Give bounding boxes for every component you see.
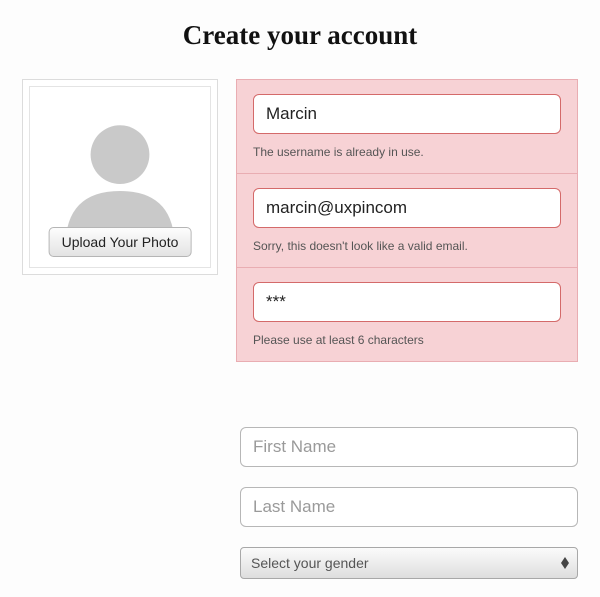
- error-fields-column: The username is already in use. Sorry, t…: [236, 79, 578, 361]
- last-name-input[interactable]: [240, 487, 578, 527]
- avatar-icon: [50, 107, 190, 247]
- select-arrows-icon: [561, 557, 569, 569]
- first-name-row: [240, 427, 578, 467]
- username-error: The username is already in use.: [253, 145, 561, 159]
- form-lower: Select your gender: [0, 361, 600, 579]
- gender-row: Select your gender: [240, 547, 578, 579]
- form-upper: Upload Your Photo The username is alread…: [0, 79, 600, 361]
- gender-select[interactable]: Select your gender: [240, 547, 578, 579]
- email-error: Sorry, this doesn't look like a valid em…: [253, 239, 561, 253]
- upload-photo-button[interactable]: Upload Your Photo: [49, 227, 192, 257]
- photo-frame: Upload Your Photo: [22, 79, 218, 275]
- gender-select-label: Select your gender: [251, 555, 369, 571]
- password-input[interactable]: [253, 282, 561, 322]
- password-block: Please use at least 6 characters: [236, 267, 578, 362]
- username-input[interactable]: [253, 94, 561, 134]
- email-block: Sorry, this doesn't look like a valid em…: [236, 173, 578, 268]
- password-error: Please use at least 6 characters: [253, 333, 561, 347]
- username-block: The username is already in use.: [236, 79, 578, 174]
- last-name-row: [240, 487, 578, 527]
- email-input[interactable]: [253, 188, 561, 228]
- first-name-input[interactable]: [240, 427, 578, 467]
- page-title: Create your account: [0, 0, 600, 79]
- photo-column: Upload Your Photo: [22, 79, 218, 275]
- photo-placeholder: Upload Your Photo: [29, 86, 211, 268]
